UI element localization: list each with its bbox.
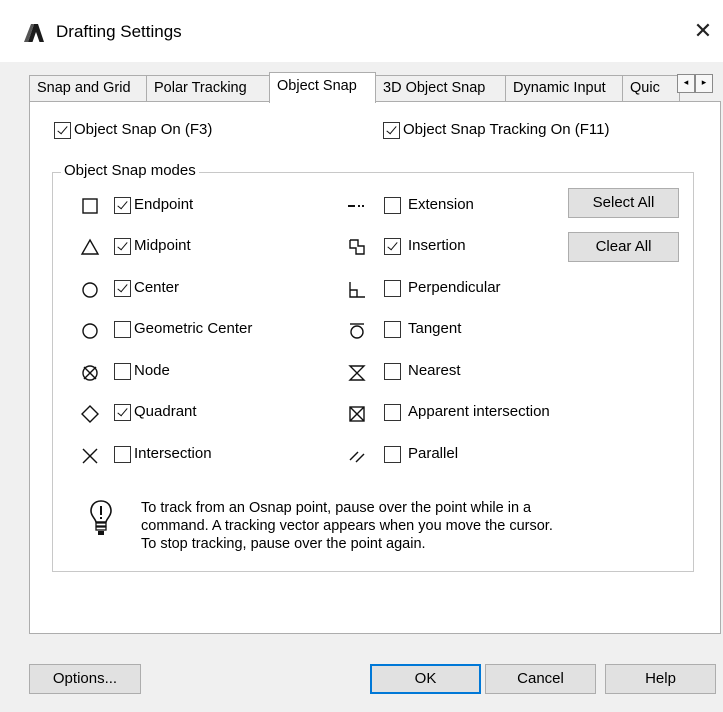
extension-label: Extension xyxy=(408,196,474,213)
tangent-label: Tangent xyxy=(408,320,462,337)
info-text-line: command. A tracking vector appears when … xyxy=(141,518,553,534)
node-label: Node xyxy=(134,362,170,379)
perpendicular-icon xyxy=(349,282,365,298)
perpendicular-label: Perpendicular xyxy=(408,279,501,296)
tab-scroll-left-button[interactable]: ◂ xyxy=(677,74,695,93)
intersection-label: Intersection xyxy=(134,445,212,462)
tab-label: Quic xyxy=(630,80,660,96)
tab-quick-properties[interactable]: Quic xyxy=(622,75,680,102)
arrow-right-icon: ▸ xyxy=(701,78,707,88)
apparent-intersection-icon xyxy=(349,406,365,422)
options-button[interactable]: Options... xyxy=(29,664,141,694)
select-all-button[interactable]: Select All xyxy=(568,188,679,218)
endpoint-label: Endpoint xyxy=(134,196,194,213)
ok-button[interactable]: OK xyxy=(370,664,481,694)
tangent-checkbox[interactable] xyxy=(384,321,401,338)
center-label: Center xyxy=(134,279,180,296)
midpoint-label: Midpoint xyxy=(134,237,191,254)
endpoint-square-icon xyxy=(82,198,98,214)
midpoint-triangle-icon xyxy=(80,238,100,255)
object-snap-on-checkbox[interactable] xyxy=(54,122,71,139)
quadrant-checkbox[interactable] xyxy=(114,404,131,421)
perpendicular-checkbox[interactable] xyxy=(384,280,401,297)
group-title: Object Snap modes xyxy=(61,162,199,179)
object-snap-modes-group: Object Snap modes Endpoint Midpoint Cent… xyxy=(52,162,694,572)
arrow-left-icon: ◂ xyxy=(683,78,689,88)
tab-3d-object-snap[interactable]: 3D Object Snap xyxy=(375,75,506,102)
lightbulb-icon xyxy=(90,500,112,535)
parallel-checkbox[interactable] xyxy=(384,446,401,463)
center-circle-icon xyxy=(82,282,98,298)
tangent-icon xyxy=(350,323,364,339)
quadrant-diamond-icon xyxy=(81,405,99,423)
nearest-checkbox[interactable] xyxy=(384,363,401,380)
tab-strip: Snap and Grid Polar Tracking Object Snap… xyxy=(29,72,721,103)
tab-label: Object Snap xyxy=(277,78,357,94)
window-title: Drafting Settings xyxy=(56,22,182,41)
node-icon xyxy=(82,365,98,381)
close-button[interactable]: ✕ xyxy=(683,14,723,50)
tab-label: Dynamic Input xyxy=(513,80,606,96)
nearest-hourglass-icon xyxy=(348,365,366,381)
tab-dynamic-input[interactable]: Dynamic Input xyxy=(505,75,623,102)
apparent-intersection-label: Apparent intersection xyxy=(408,403,550,420)
tab-label: Snap and Grid xyxy=(37,80,131,96)
quadrant-label: Quadrant xyxy=(134,403,197,420)
endpoint-checkbox[interactable] xyxy=(114,197,131,214)
cancel-button[interactable]: Cancel xyxy=(485,664,596,694)
geometric-center-checkbox[interactable] xyxy=(114,321,131,338)
parallel-icon xyxy=(349,451,365,463)
geometric-center-circle-icon xyxy=(82,323,98,339)
parallel-label: Parallel xyxy=(408,445,459,462)
tab-scroll-right-button[interactable]: ▸ xyxy=(695,74,713,93)
apparent-intersection-checkbox[interactable] xyxy=(384,404,401,421)
clear-all-button[interactable]: Clear All xyxy=(568,232,679,262)
tab-object-snap[interactable]: Object Snap xyxy=(269,72,376,103)
tab-label: Polar Tracking xyxy=(154,80,247,96)
insertion-icon xyxy=(349,239,365,255)
title-bar: Drafting Settings ✕ xyxy=(0,0,723,62)
object-snap-tracking-checkbox[interactable] xyxy=(383,122,400,139)
object-snap-panel: Object Snap On (F3) Object Snap Tracking… xyxy=(29,101,721,634)
info-text-line: To track from an Osnap point, pause over… xyxy=(141,500,532,516)
intersection-checkbox[interactable] xyxy=(114,446,131,463)
midpoint-checkbox[interactable] xyxy=(114,238,131,255)
extension-icon xyxy=(348,205,364,207)
tab-polar-tracking[interactable]: Polar Tracking xyxy=(146,75,270,102)
autocad-logo-icon xyxy=(24,24,44,42)
close-icon: ✕ xyxy=(693,19,713,44)
tab-label: 3D Object Snap xyxy=(383,80,486,96)
object-snap-tracking-label: Object Snap Tracking On (F11) xyxy=(403,121,610,138)
help-button[interactable]: Help xyxy=(605,664,716,694)
center-checkbox[interactable] xyxy=(114,280,131,297)
tab-snap-and-grid[interactable]: Snap and Grid xyxy=(29,75,147,102)
intersection-x-icon xyxy=(82,448,98,464)
insertion-label: Insertion xyxy=(408,237,466,254)
extension-checkbox[interactable] xyxy=(384,197,401,214)
info-text-line: To stop tracking, pause over the point a… xyxy=(141,536,426,552)
object-snap-on-label: Object Snap On (F3) xyxy=(74,121,213,138)
nearest-label: Nearest xyxy=(408,362,461,379)
insertion-checkbox[interactable] xyxy=(384,238,401,255)
geometric-center-label: Geometric Center xyxy=(134,320,253,337)
node-checkbox[interactable] xyxy=(114,363,131,380)
